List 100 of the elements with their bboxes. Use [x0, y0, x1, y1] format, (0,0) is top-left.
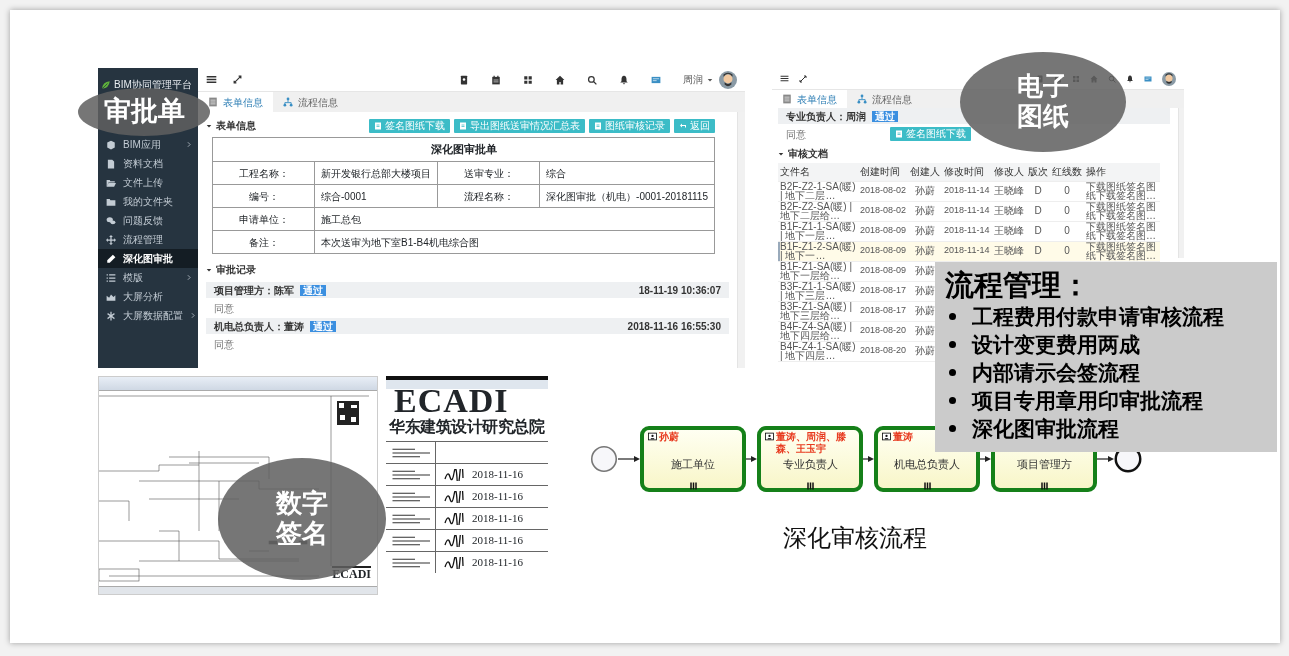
file-link[interactable]: 下载图纸签名图纸下载签名图…: [1086, 201, 1159, 221]
assignee-names: 董涛: [893, 431, 913, 443]
person-card-icon: [647, 432, 658, 441]
status-badge: 通过: [300, 284, 326, 296]
list-icon: [106, 272, 116, 283]
table-cell: 2018-11-14: [942, 241, 993, 261]
file-link[interactable]: B1F-Z1-SA(暖) | 地下一层给…: [780, 261, 856, 281]
sidebar-item[interactable]: 流程管理: [98, 230, 198, 249]
field-label: 申请单位：: [212, 207, 315, 231]
diagram-caption: 深化审核流程: [782, 523, 928, 553]
file-link[interactable]: B4F-Z4-1-SA(暖) | 地下四层…: [780, 341, 856, 361]
section-title: 审批记录: [216, 263, 256, 277]
caret-down-icon[interactable]: [206, 266, 212, 273]
bullet-item: 设计变更费用两成: [972, 331, 1140, 358]
move-arrows-icon: [106, 234, 116, 245]
arrow-connector: [618, 455, 640, 463]
task-node[interactable]: 董涛、周润、滕森、王玉宇 专业负责人: [757, 426, 863, 492]
open-folder-icon: [106, 177, 116, 188]
contact-book-icon[interactable]: [459, 74, 469, 85]
bell-icon[interactable]: [1126, 74, 1134, 83]
grid-icon[interactable]: [523, 74, 533, 85]
task-label: 项目管理方: [1016, 457, 1072, 472]
table-cell: 综合: [539, 161, 715, 185]
scrollbar[interactable]: [1178, 108, 1184, 258]
start-event-circle: [590, 445, 618, 473]
file-link[interactable]: B1F-Z1-2-SA(暖) | 地下一…: [780, 241, 856, 261]
file-icon: [895, 130, 903, 138]
calendar-icon[interactable]: [491, 74, 501, 85]
tab[interactable]: 流程信息: [847, 90, 922, 108]
multi-instance-icon: [805, 481, 815, 490]
file-link[interactable]: B4F-Z4-SA(暖) | 地下四层给…: [780, 321, 856, 341]
file-icon: [374, 121, 382, 130]
tab[interactable]: 表单信息: [198, 92, 273, 112]
sidebar-item[interactable]: 资料文档: [98, 154, 198, 173]
caret-down-icon[interactable]: [206, 122, 212, 129]
caret-down-icon[interactable]: [778, 150, 784, 157]
task-label: 专业负责人: [782, 457, 838, 472]
table-cell: 0: [1050, 241, 1085, 261]
avatar-icon[interactable]: [1162, 71, 1176, 86]
comment-text: 同意: [214, 301, 234, 316]
status-badge: 通过: [872, 110, 898, 122]
expand-icon[interactable]: [233, 75, 242, 84]
hierarchy-icon: [857, 94, 867, 104]
tab[interactable]: 表单信息: [772, 90, 847, 108]
file-link[interactable]: B3F-Z1-1-SA(暖) | 地下三层…: [780, 281, 856, 301]
user-menu[interactable]: 周润: [683, 72, 713, 87]
arrow-connector: [746, 455, 757, 463]
file-link[interactable]: 下载图纸签名图纸下载签名图…: [1086, 241, 1159, 261]
table-cell: 孙蔚: [908, 241, 943, 261]
expand-icon[interactable]: [799, 74, 807, 83]
file-link[interactable]: 下载图纸签名图纸下载签名图…: [1086, 181, 1159, 201]
bullet-item: 工程费用付款申请审核流程: [972, 303, 1224, 330]
file-link[interactable]: B3F-Z1-SA(暖) | 地下三层给…: [780, 301, 856, 321]
table-cell: 2018-08-09: [858, 241, 909, 261]
scrollbar[interactable]: [737, 112, 745, 368]
home-icon[interactable]: [555, 74, 565, 85]
sidebar-item[interactable]: 大屏分析: [98, 287, 198, 306]
column-header: 创建时间: [858, 163, 909, 181]
back-arrow-icon: [679, 121, 687, 130]
task-node[interactable]: 孙蔚 施工单位: [640, 426, 746, 492]
file-icon: [459, 121, 467, 130]
cube-icon: [106, 139, 116, 150]
file-link[interactable]: B2F-Z2-SA(暖) | 地下二层给…: [780, 201, 856, 221]
form-title: 深化图审批单: [212, 137, 715, 162]
bullet-icon: [949, 425, 956, 433]
table-cell: D: [1026, 201, 1051, 221]
task-label: 施工单位: [671, 457, 715, 472]
signature-date: 2018-11-16: [472, 511, 523, 527]
table-cell: 孙蔚: [908, 201, 943, 221]
multi-instance-icon: [922, 481, 932, 490]
sidebar-item[interactable]: 我的文件夹: [98, 192, 198, 211]
bell-icon[interactable]: [619, 74, 629, 85]
pencil-icon: [106, 253, 116, 264]
sidebar-item[interactable]: 大屏数据配置: [98, 306, 198, 325]
file-link[interactable]: B1F-Z1-1-SA(暖) | 地下一层…: [780, 221, 856, 241]
id-card-icon[interactable]: [651, 74, 661, 85]
table-cell: 王晓峰: [992, 241, 1027, 261]
table-cell: 孙蔚: [908, 181, 943, 201]
sidebar-item[interactable]: 深化图审批: [98, 249, 198, 268]
bullet-icon: [949, 369, 956, 377]
signature-date: 2018-11-16: [472, 489, 523, 505]
search-icon[interactable]: [587, 74, 597, 85]
table-cell: D: [1026, 181, 1051, 201]
avatar-icon[interactable]: [719, 70, 737, 89]
sidebar-item[interactable]: 文件上传: [98, 173, 198, 192]
menu-icon[interactable]: [206, 74, 217, 85]
multi-instance-icon: [1039, 481, 1049, 490]
section-title: 表单信息: [216, 119, 256, 133]
sidebar-item[interactable]: 模版: [98, 268, 198, 287]
sidebar-item[interactable]: 问题反馈: [98, 211, 198, 230]
file-link[interactable]: 下载图纸签名图纸下载签名图…: [1086, 221, 1159, 241]
menu-icon[interactable]: [780, 74, 789, 83]
table-cell: 新开发银行总部大楼项目: [314, 161, 438, 185]
tab[interactable]: 流程信息: [273, 92, 348, 112]
table-cell: D: [1026, 221, 1051, 241]
signature-date: 2018-11-16: [472, 533, 523, 549]
file-link[interactable]: B2F-Z2-1-SA(暖) | 地下二层…: [780, 181, 856, 201]
sidebar-item[interactable]: BIM应用: [98, 135, 198, 154]
id-card-icon[interactable]: [1144, 74, 1152, 83]
table-cell: 2018-11-14: [942, 181, 993, 201]
